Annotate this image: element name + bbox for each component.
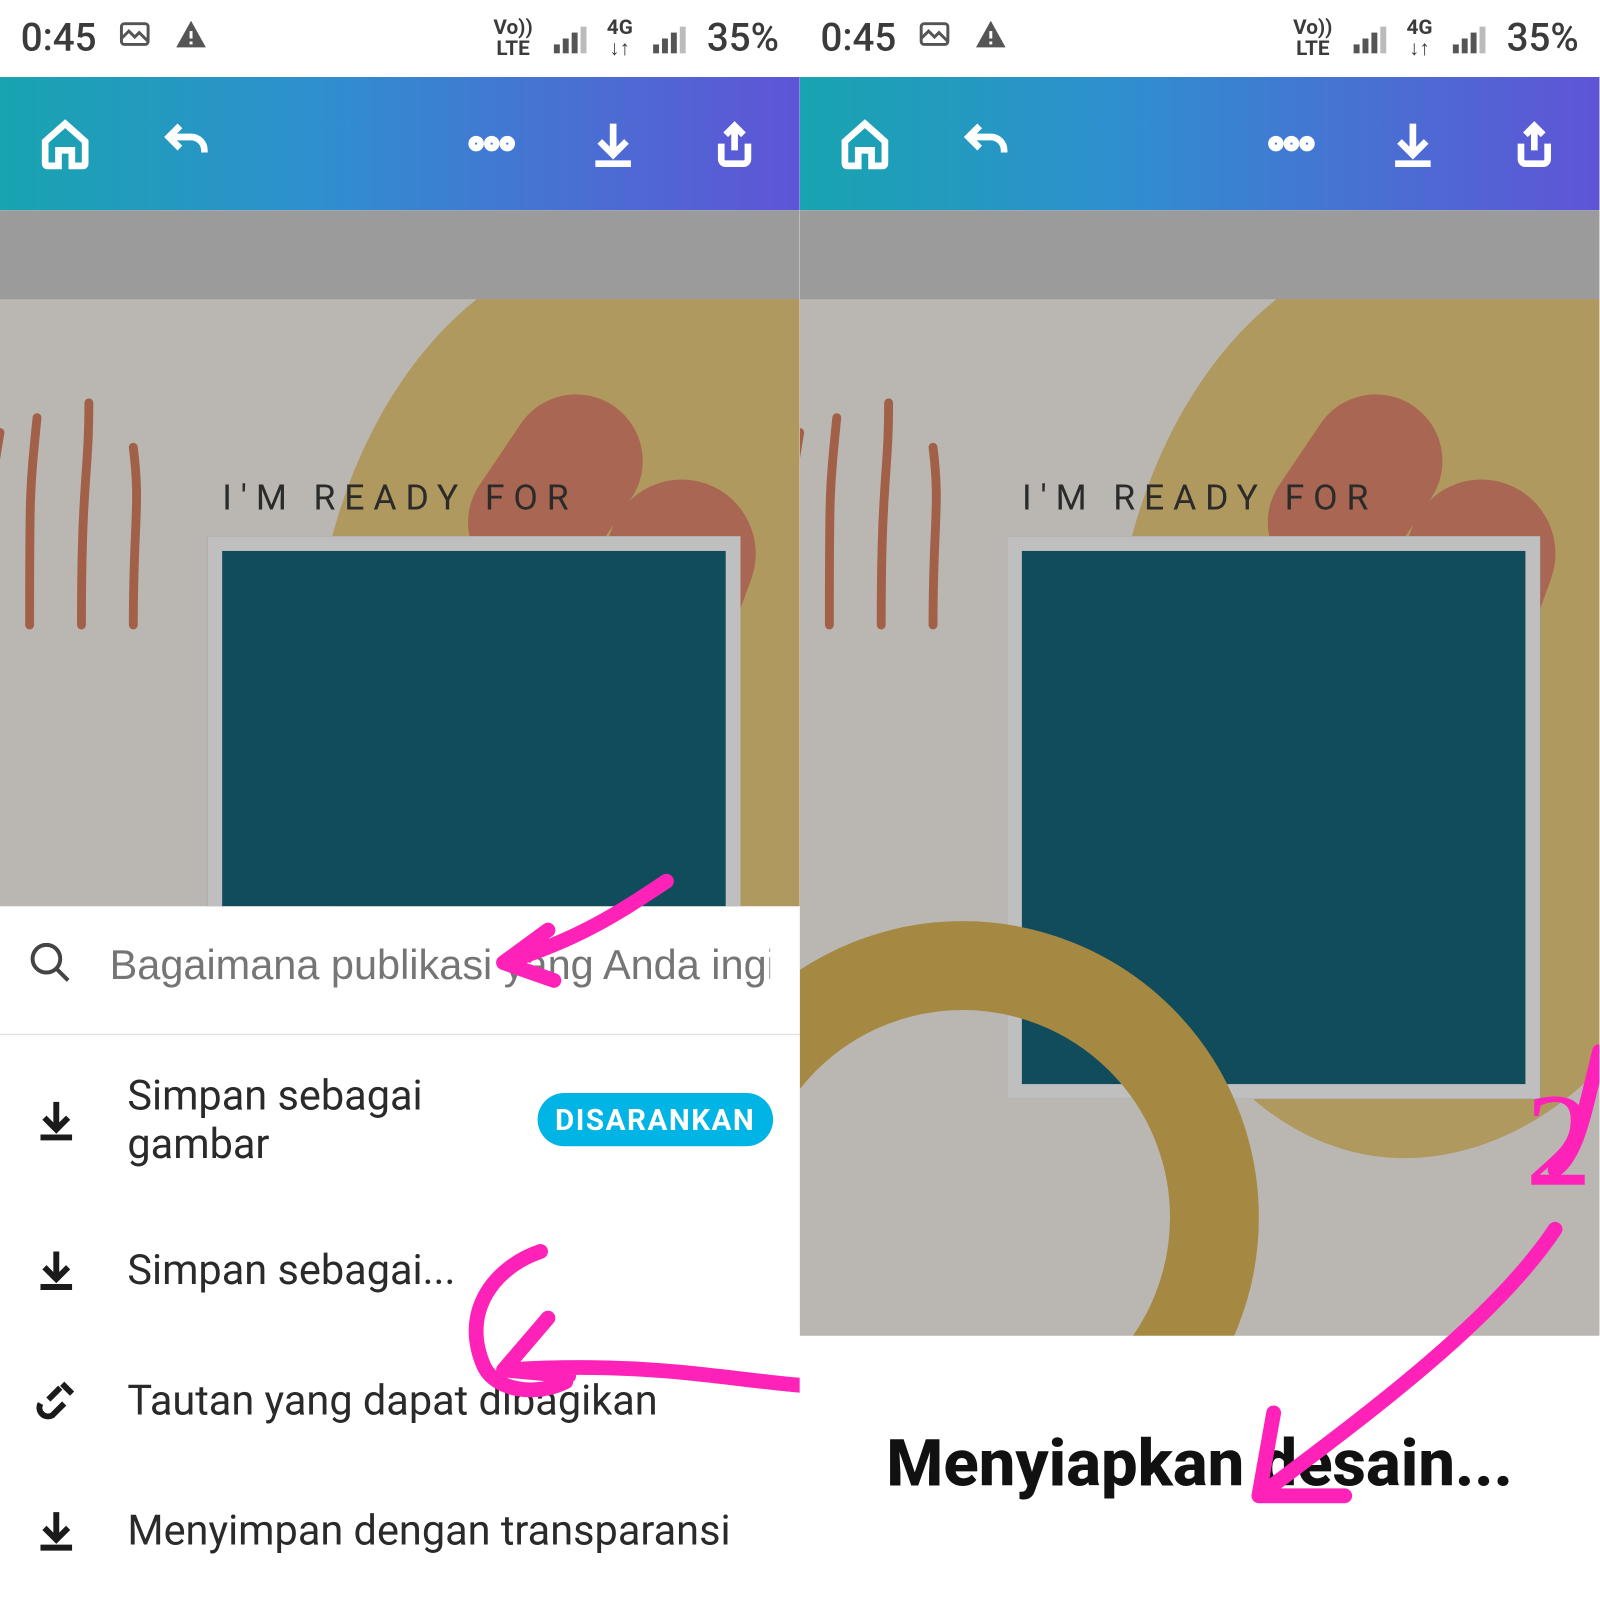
download-arrow-icon — [27, 1240, 86, 1299]
search-icon — [27, 939, 74, 992]
signal-2-icon — [654, 24, 687, 54]
download-icon[interactable] — [584, 114, 643, 173]
export-progress-panel: Menyiapkan desain... Kreativitas adalah … — [800, 1336, 1600, 1600]
publish-search-row[interactable] — [0, 906, 800, 1035]
download-arrow-icon — [27, 1090, 86, 1149]
signal-1-icon — [1353, 24, 1386, 54]
link-icon — [27, 1370, 86, 1429]
share-sheet: Simpan sebagai gambar DISARANKAN Simpan … — [0, 906, 800, 1600]
home-icon[interactable] — [835, 114, 894, 173]
save-as-row[interactable]: Simpan sebagai... — [0, 1204, 800, 1334]
share-icon[interactable] — [705, 114, 764, 173]
more-icon[interactable] — [462, 114, 521, 173]
status-bar: 0:45 Vo))LTE 4G↓↑ 35% — [800, 0, 1600, 77]
share-link-label: Tautan yang dapat dibagikan — [127, 1375, 657, 1424]
more-icon[interactable] — [1262, 114, 1321, 173]
clock: 0:45 — [21, 16, 97, 60]
warning-icon — [973, 16, 1009, 62]
picture-icon — [917, 16, 953, 62]
home-icon[interactable] — [36, 114, 95, 173]
clock: 0:45 — [820, 16, 896, 60]
save-as-image-label: Simpan sebagai gambar — [127, 1071, 495, 1169]
status-bar: 0:45 Vo))LTE 4G↓↑ 35% — [0, 0, 800, 77]
share-icon[interactable] — [1505, 114, 1564, 173]
save-transparent-row[interactable]: Menyimpan dengan transparansi — [0, 1465, 800, 1595]
undo-icon[interactable] — [957, 114, 1016, 173]
design-canvas[interactable]: I'M READY FOR — [800, 210, 1600, 1336]
network-icon: 4G↓↑ — [1407, 18, 1433, 59]
preparing-title: Menyiapkan desain... — [829, 1425, 1570, 1502]
signal-1-icon — [553, 24, 586, 54]
download-arrow-icon — [27, 1500, 86, 1559]
save-as-label: Simpan sebagai... — [127, 1245, 455, 1294]
picture-icon — [117, 16, 153, 62]
save-transparent-label: Menyimpan dengan transparansi — [127, 1505, 730, 1554]
design-canvas[interactable]: I'M READY FOR — [0, 210, 800, 906]
network-icon: 4G↓↑ — [607, 18, 633, 59]
recommended-badge: DISARANKAN — [537, 1093, 773, 1146]
present-row[interactable]: Tampilkan — [0, 1595, 800, 1600]
volte-icon: Vo))LTE — [493, 18, 532, 59]
signal-2-icon — [1453, 24, 1486, 54]
app-toolbar — [0, 77, 800, 210]
battery-text: 35% — [1507, 16, 1579, 60]
publish-search-input[interactable] — [107, 940, 773, 990]
warning-icon — [174, 16, 210, 62]
undo-icon[interactable] — [157, 114, 216, 173]
app-toolbar — [800, 77, 1600, 210]
volte-icon: Vo))LTE — [1293, 18, 1332, 59]
share-link-row[interactable]: Tautan yang dapat dibagikan — [0, 1334, 800, 1464]
battery-text: 35% — [707, 16, 779, 60]
save-as-image-row[interactable]: Simpan sebagai gambar DISARANKAN — [0, 1035, 800, 1204]
download-icon[interactable] — [1383, 114, 1442, 173]
